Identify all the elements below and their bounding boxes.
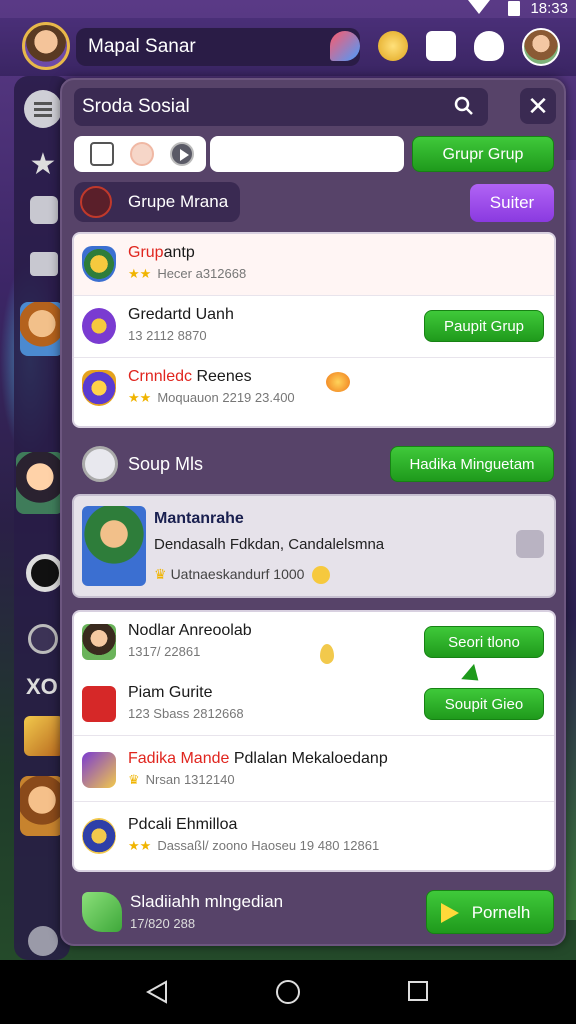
search-text: Sroda Sosial [82, 96, 190, 117]
status-time: 18:33 [530, 0, 568, 17]
badge-icon [82, 370, 116, 406]
group-tag-label: Grupe Mrana [128, 192, 229, 211]
gamepad-icon[interactable] [426, 31, 456, 61]
group-title: Gredartd Uanh [128, 306, 234, 323]
group-title: Crnnledc Reenes [128, 368, 252, 385]
character-avatar-2[interactable] [16, 452, 64, 514]
leaf-icon [82, 892, 122, 932]
group-title: Pdcali Ehmilloa [128, 816, 238, 833]
character-avatar-1[interactable] [20, 302, 64, 356]
group-sub: 123 Sbass 2812668 [128, 706, 244, 721]
stars-icon: ★★ [128, 266, 152, 281]
group-sub: ♛ Nrsan 1312140 [128, 772, 235, 787]
record-icon[interactable] [130, 142, 154, 166]
character-icon [82, 624, 116, 660]
featured-meta: ♛ Uatnaeskandurf 1000 [154, 566, 331, 585]
document-icon[interactable] [90, 142, 114, 166]
sword-icon[interactable] [24, 716, 64, 756]
stars-icon: ★★ [128, 838, 152, 853]
group-title: Nodlar Anreoolab [128, 622, 252, 639]
featured-title: Mantanrahe [154, 510, 244, 527]
close-button[interactable]: ✕ [520, 88, 556, 124]
back-icon[interactable] [146, 980, 168, 1004]
featured-card[interactable]: Mantanrahe Dendasalh Fdkdan, Candalelsmn… [72, 494, 556, 598]
home-icon[interactable] [276, 980, 300, 1004]
group-title: Fadika Mande Pdlalan Mekaloedanp [128, 750, 388, 767]
social-panel: Sroda Sosial ✕ Grupr Grup Grupe Mrana Su… [60, 78, 566, 946]
friend-avatar[interactable] [522, 28, 560, 66]
play-icon[interactable] [170, 142, 194, 166]
bottom-promo: Sladiiahh mlngedian 17/820 288 Pornelh [76, 886, 556, 938]
group-tag[interactable]: Grupe Mrana [74, 182, 240, 222]
group-list-1: Grupantp ★★ Hecer a312668 Gredartd Uanh 1… [72, 232, 556, 428]
list-item[interactable]: Fadika Mande Pdlalan Mekaloedanp ♛ Nrsan … [74, 740, 554, 802]
group-sub: 1317/ 22861 [128, 644, 201, 659]
top-header: Mapal Sanar [0, 18, 576, 76]
section-action-button[interactable]: Hadika Minguetam [390, 446, 554, 482]
join-group-button[interactable]: Paupit Grup [424, 310, 544, 342]
group-sub: ★★ Moquauon 2219 23.400 [128, 390, 295, 405]
featured-image [82, 506, 146, 586]
featured-desc: Dendasalh Fdkdan, Candalelsmna [154, 536, 385, 553]
options-icon[interactable] [516, 530, 544, 558]
recents-icon[interactable] [408, 981, 428, 1001]
crown-icon: ♛ [128, 772, 140, 787]
search-input[interactable]: Sroda Sosial [74, 88, 488, 126]
coin-icon[interactable] [378, 31, 408, 61]
group-filter-button[interactable]: Grupr Grup [412, 136, 554, 172]
flag-icon [82, 752, 116, 788]
skull-icon [82, 446, 118, 482]
purple-action-button[interactable]: Suiter [470, 184, 554, 222]
group-emblem-icon [80, 186, 112, 218]
wifi-icon [468, 0, 490, 14]
puzzle-icon[interactable] [30, 196, 58, 224]
group-title: Piam Gurite [128, 684, 213, 701]
grid-icon [82, 686, 116, 722]
section-title: Soup Mls [128, 454, 204, 474]
character-avatar-3[interactable] [20, 776, 64, 836]
dark-ring-icon[interactable] [26, 554, 64, 592]
list-item[interactable]: Nodlar Anreoolab 1317/ 22861 Seori tlono [74, 612, 554, 674]
crown-icon: ♛ [154, 566, 167, 582]
stars-icon: ★★ [128, 390, 152, 405]
list-item[interactable]: Pdcali Ehmilloa ★★ Dassaßl/ zoono Haoseu … [74, 806, 554, 868]
android-nav-bar [0, 960, 576, 1024]
star-icon[interactable]: ★ [24, 146, 62, 184]
paw-icon[interactable] [28, 624, 58, 654]
film-icon[interactable] [30, 252, 58, 276]
filter-icons [74, 136, 206, 172]
join-group-button[interactable]: Soupit Gieo [424, 688, 544, 720]
join-group-button[interactable]: Seori tlono [424, 626, 544, 658]
status-bar: 18:33 [0, 0, 576, 18]
ring-icon [82, 818, 116, 854]
battery-icon [508, 1, 520, 16]
flame-icon [326, 372, 350, 392]
shield-icon [82, 246, 116, 282]
smiley-icon [312, 566, 331, 585]
menu-icon[interactable] [24, 90, 62, 128]
group-sub: ★★ Dassaßl/ zoono Haoseu 19 480 12861 [128, 838, 380, 853]
username-label[interactable]: Mapal Sanar [76, 28, 360, 66]
list-item[interactable]: Piam Gurite 123 Sbass 2812668 Soupit Gie… [74, 674, 554, 736]
group-sub: ★★ Hecer a312668 [128, 266, 247, 281]
shop-bag-icon[interactable] [474, 31, 504, 61]
play-button[interactable]: Pornelh [426, 890, 554, 934]
crest-icon [82, 308, 116, 344]
group-title: Grupantp [128, 244, 195, 261]
bottom-sub: 17/820 288 [130, 916, 196, 931]
search-icon[interactable] [454, 96, 474, 116]
chat-icon[interactable] [330, 31, 360, 61]
user-avatar[interactable] [22, 22, 70, 70]
filter-input[interactable] [210, 136, 404, 172]
list-item[interactable]: Crnnledc Reenes ★★ Moquauon 2219 23.400 [74, 358, 554, 420]
bottom-title: Sladiiahh mlngedian [130, 892, 284, 911]
group-list-2: Nodlar Anreoolab 1317/ 22861 Seori tlono… [72, 610, 556, 872]
list-item[interactable]: Grupantp ★★ Hecer a312668 [74, 234, 554, 296]
drop-icon [320, 644, 334, 664]
list-item[interactable]: Gredartd Uanh 13 2112 8870 Paupit Grup [74, 296, 554, 358]
gear-icon[interactable] [28, 926, 58, 956]
group-sub: 13 2112 8870 [128, 328, 207, 343]
